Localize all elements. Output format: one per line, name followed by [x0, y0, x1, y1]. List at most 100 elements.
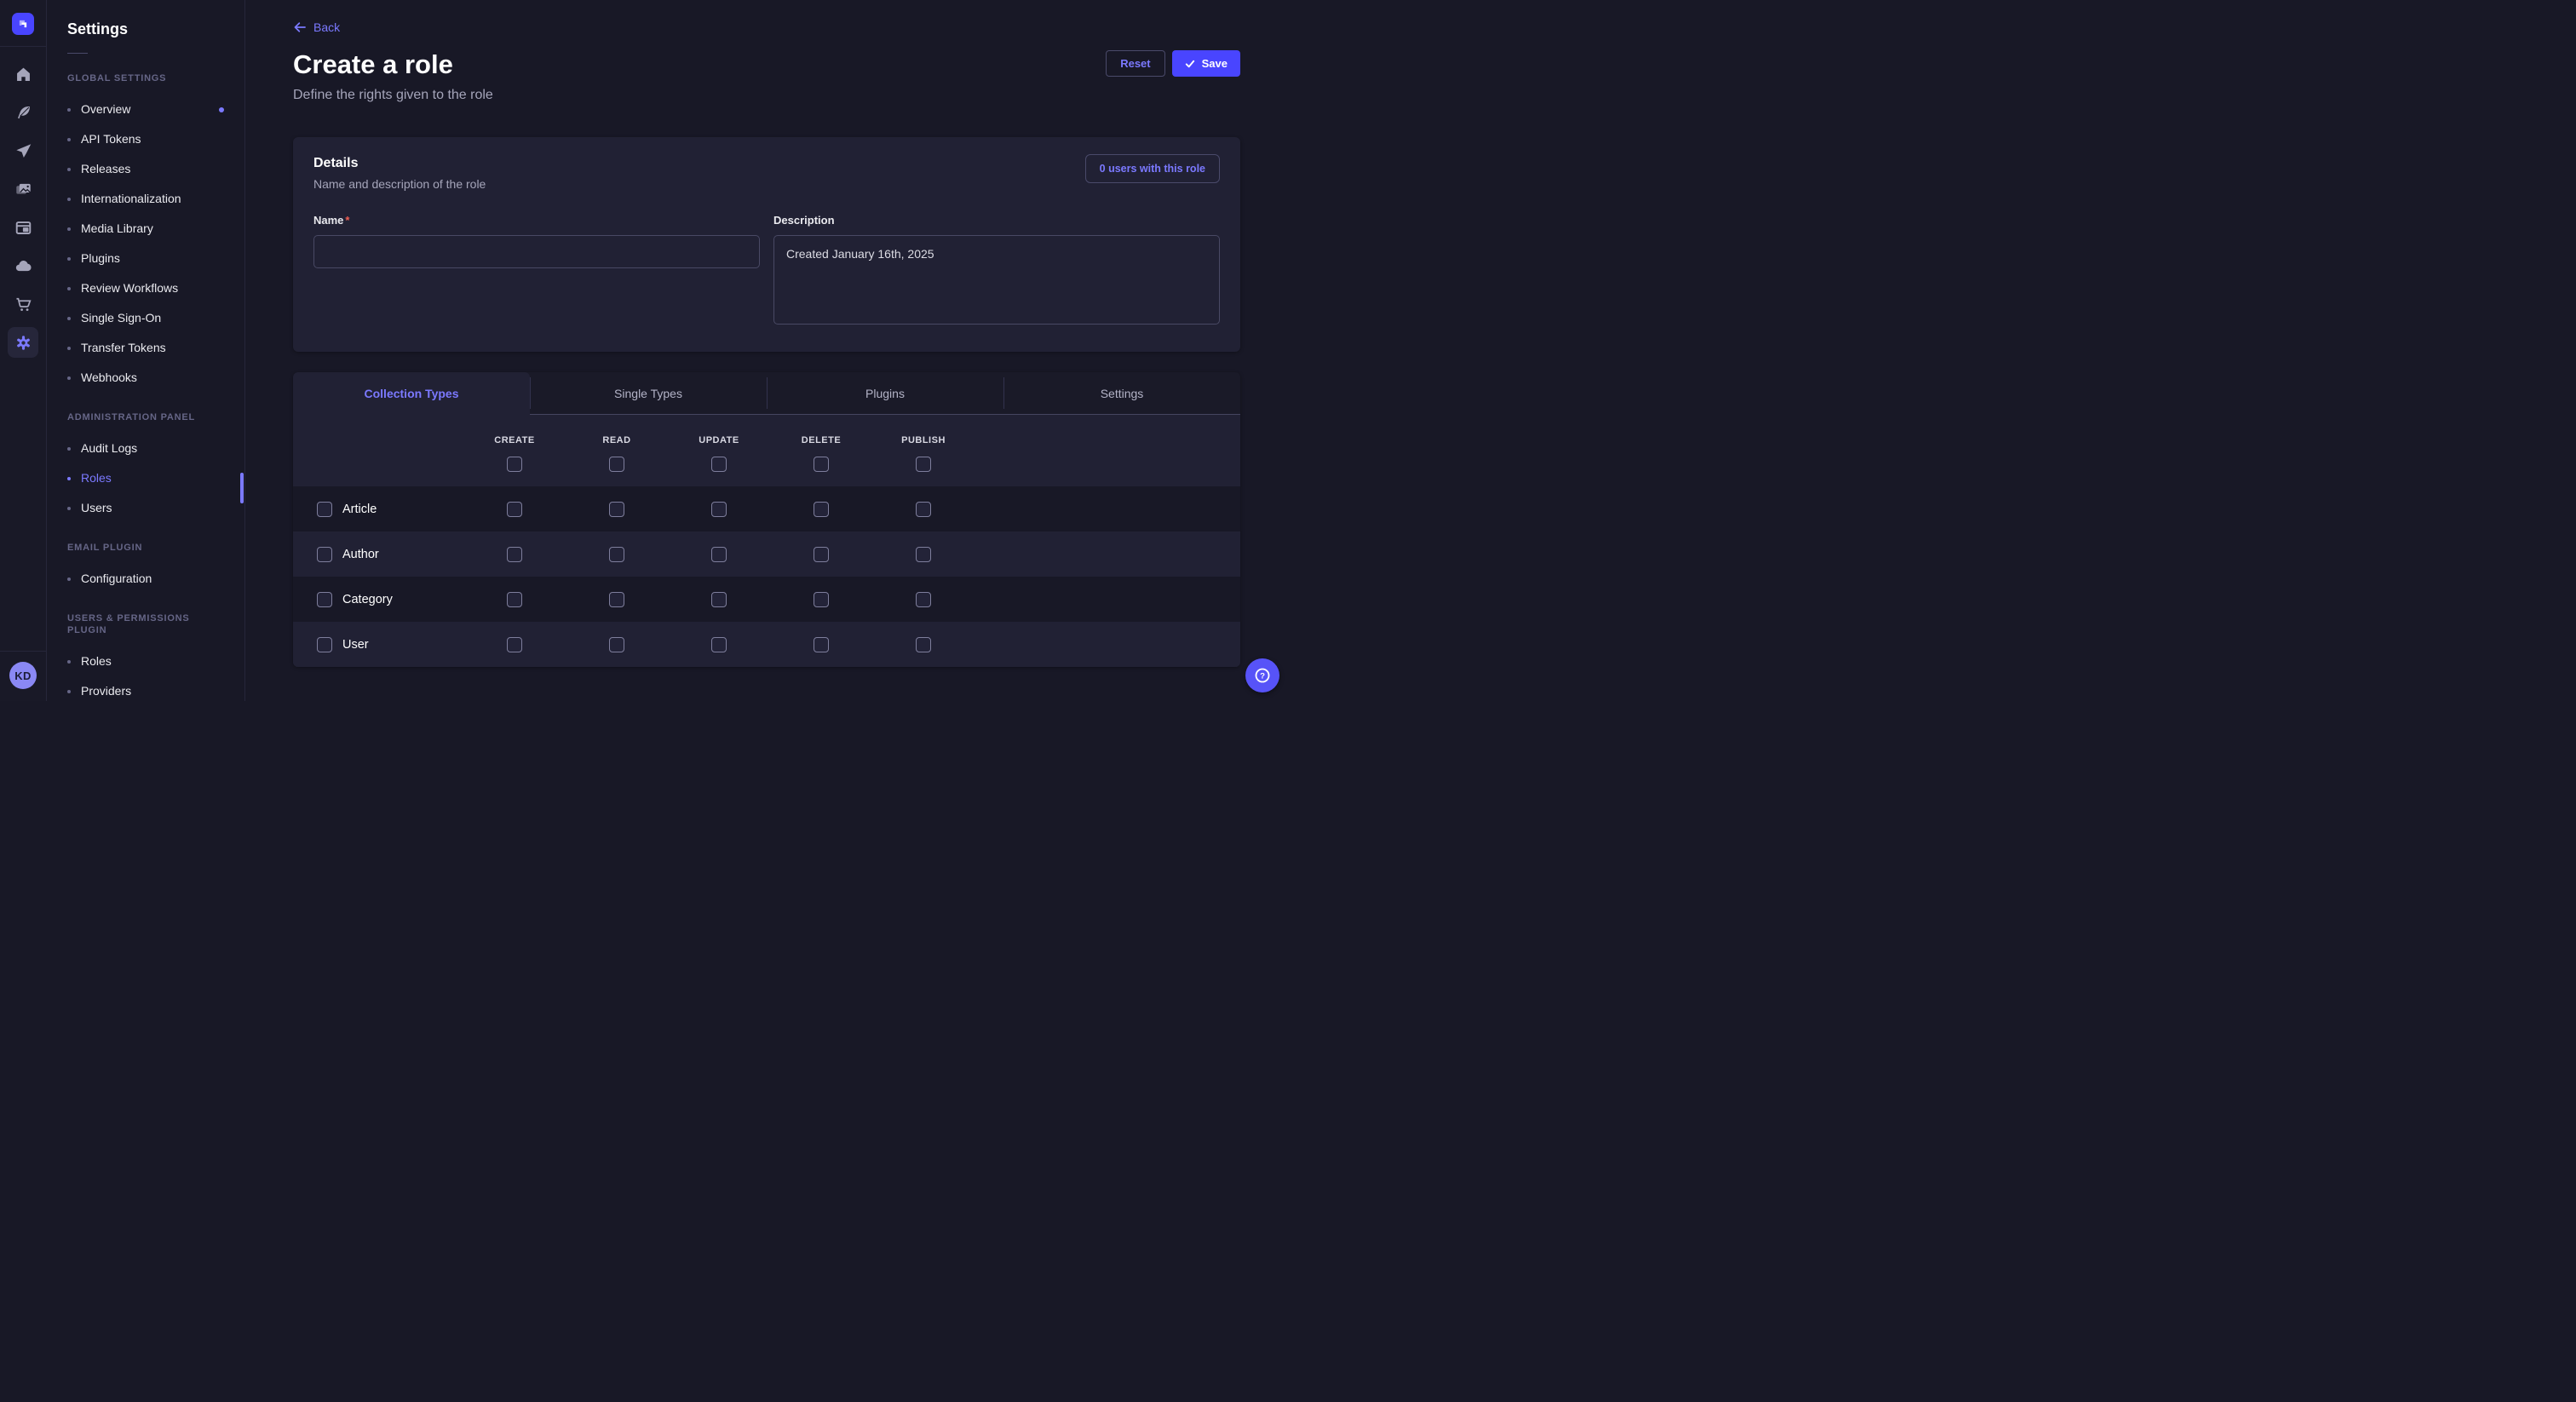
media-icon[interactable] [8, 174, 38, 204]
column-header-create: CREATE [463, 435, 566, 445]
details-fields: Name* Description Created January 16th, … [313, 213, 1220, 329]
row-select-checkbox[interactable] [317, 637, 332, 652]
content-type-label: Category [342, 593, 393, 606]
cloud-icon[interactable] [8, 250, 38, 281]
sidebar-item-label: Roles [81, 653, 112, 669]
rail-bottom: KD [0, 651, 47, 701]
sidebar-item-review-workflows[interactable]: Review Workflows [47, 273, 244, 303]
home-icon[interactable] [8, 59, 38, 89]
check-icon [1185, 59, 1195, 69]
sidebar-item-label: Media Library [81, 221, 153, 237]
sidebar-item-releases[interactable]: Releases [47, 154, 244, 184]
sidebar-item-roles[interactable]: Roles [47, 646, 244, 676]
article-update-checkbox[interactable] [711, 502, 727, 517]
layout-icon[interactable] [8, 212, 38, 243]
select-all-read-checkbox[interactable] [609, 457, 624, 472]
save-button[interactable]: Save [1172, 50, 1240, 77]
row-select-checkbox[interactable] [317, 547, 332, 562]
sidebar-item-overview[interactable]: Overview [47, 95, 244, 124]
sidebar-item-providers[interactable]: Providers [47, 676, 244, 701]
bullet-icon [67, 317, 71, 320]
table-row-user: User [293, 622, 1240, 667]
bullet-icon [67, 577, 71, 581]
paper-plane-icon[interactable] [8, 135, 38, 166]
help-button[interactable]: ? [1245, 658, 1279, 692]
back-link[interactable]: Back [293, 20, 340, 34]
article-publish-checkbox[interactable] [916, 502, 931, 517]
sidebar-item-label: Single Sign-On [81, 310, 161, 326]
user-read-checkbox[interactable] [609, 637, 624, 652]
users-with-role-button[interactable]: 0 users with this role [1085, 154, 1220, 183]
row-select-checkbox[interactable] [317, 592, 332, 607]
back-label: Back [313, 20, 340, 34]
column-header-update: UPDATE [668, 435, 770, 445]
article-read-checkbox[interactable] [609, 502, 624, 517]
question-icon: ? [1253, 666, 1272, 685]
tab-plugins[interactable]: Plugins [767, 372, 1003, 415]
user-delete-checkbox[interactable] [814, 637, 829, 652]
sidebar-item-users[interactable]: Users [47, 493, 244, 523]
column-header-publish: PUBLISH [872, 435, 975, 445]
sidebar-item-webhooks[interactable]: Webhooks [47, 363, 244, 393]
reset-button[interactable]: Reset [1106, 50, 1164, 77]
category-read-checkbox[interactable] [609, 592, 624, 607]
sidebar-item-label: API Tokens [81, 131, 141, 147]
select-all-publish-checkbox[interactable] [916, 457, 931, 472]
bullet-icon [67, 198, 71, 201]
name-label-text: Name [313, 214, 343, 227]
row-select-checkbox[interactable] [317, 502, 332, 517]
bullet-icon [67, 447, 71, 451]
article-delete-checkbox[interactable] [814, 502, 829, 517]
sidebar-item-audit-logs[interactable]: Audit Logs [47, 434, 244, 463]
table-row-category: Category [293, 577, 1240, 622]
description-field-group: Description Created January 16th, 2025 [773, 213, 1220, 329]
sidebar-item-label: Review Workflows [81, 280, 178, 296]
feather-icon[interactable] [8, 97, 38, 128]
select-all-update-checkbox[interactable] [711, 457, 727, 472]
row-name-cell: Author [317, 547, 463, 562]
table-row-article: Article [293, 486, 1240, 531]
author-read-checkbox[interactable] [609, 547, 624, 562]
avatar[interactable]: KD [9, 662, 37, 689]
name-input[interactable] [313, 235, 760, 268]
description-textarea[interactable]: Created January 16th, 2025 [773, 235, 1220, 325]
tab-single-types[interactable]: Single Types [530, 372, 767, 415]
nav-section-label: USERS & PERMISSIONS PLUGIN [47, 612, 244, 636]
gear-icon[interactable] [8, 327, 38, 358]
article-create-checkbox[interactable] [507, 502, 522, 517]
page-subtitle: Define the rights given to the role [293, 88, 1240, 103]
table-row-author: Author [293, 531, 1240, 577]
cart-icon[interactable] [8, 289, 38, 319]
select-all-delete-checkbox[interactable] [814, 457, 829, 472]
author-publish-checkbox[interactable] [916, 547, 931, 562]
author-delete-checkbox[interactable] [814, 547, 829, 562]
author-update-checkbox[interactable] [711, 547, 727, 562]
settings-subnav: Settings GLOBAL SETTINGSOverviewAPI Toke… [47, 0, 245, 701]
sidebar-item-plugins[interactable]: Plugins [47, 244, 244, 273]
sidebar-item-internationalization[interactable]: Internationalization [47, 184, 244, 214]
notification-dot [219, 107, 224, 112]
author-create-checkbox[interactable] [507, 547, 522, 562]
user-create-checkbox[interactable] [507, 637, 522, 652]
tab-collection-types[interactable]: Collection Types [293, 372, 530, 415]
tab-settings[interactable]: Settings [1003, 372, 1240, 415]
sidebar-item-roles[interactable]: Roles [47, 463, 244, 493]
strapi-logo[interactable] [12, 13, 34, 35]
select-all-create-checkbox[interactable] [507, 457, 522, 472]
category-delete-checkbox[interactable] [814, 592, 829, 607]
category-update-checkbox[interactable] [711, 592, 727, 607]
user-update-checkbox[interactable] [711, 637, 727, 652]
sidebar-item-configuration[interactable]: Configuration [47, 564, 244, 594]
sidebar-item-transfer-tokens[interactable]: Transfer Tokens [47, 333, 244, 363]
subnav-scrollbar-thumb[interactable] [240, 473, 244, 503]
sidebar-item-single-sign-on[interactable]: Single Sign-On [47, 303, 244, 333]
row-name-cell: Article [317, 502, 463, 517]
tab-strip: Collection TypesSingle TypesPluginsSetti… [293, 372, 1240, 415]
bullet-icon [67, 287, 71, 290]
sidebar-item-api-tokens[interactable]: API Tokens [47, 124, 244, 154]
user-publish-checkbox[interactable] [916, 637, 931, 652]
sidebar-item-media-library[interactable]: Media Library [47, 214, 244, 244]
svg-text:?: ? [1260, 671, 1265, 681]
category-create-checkbox[interactable] [507, 592, 522, 607]
category-publish-checkbox[interactable] [916, 592, 931, 607]
